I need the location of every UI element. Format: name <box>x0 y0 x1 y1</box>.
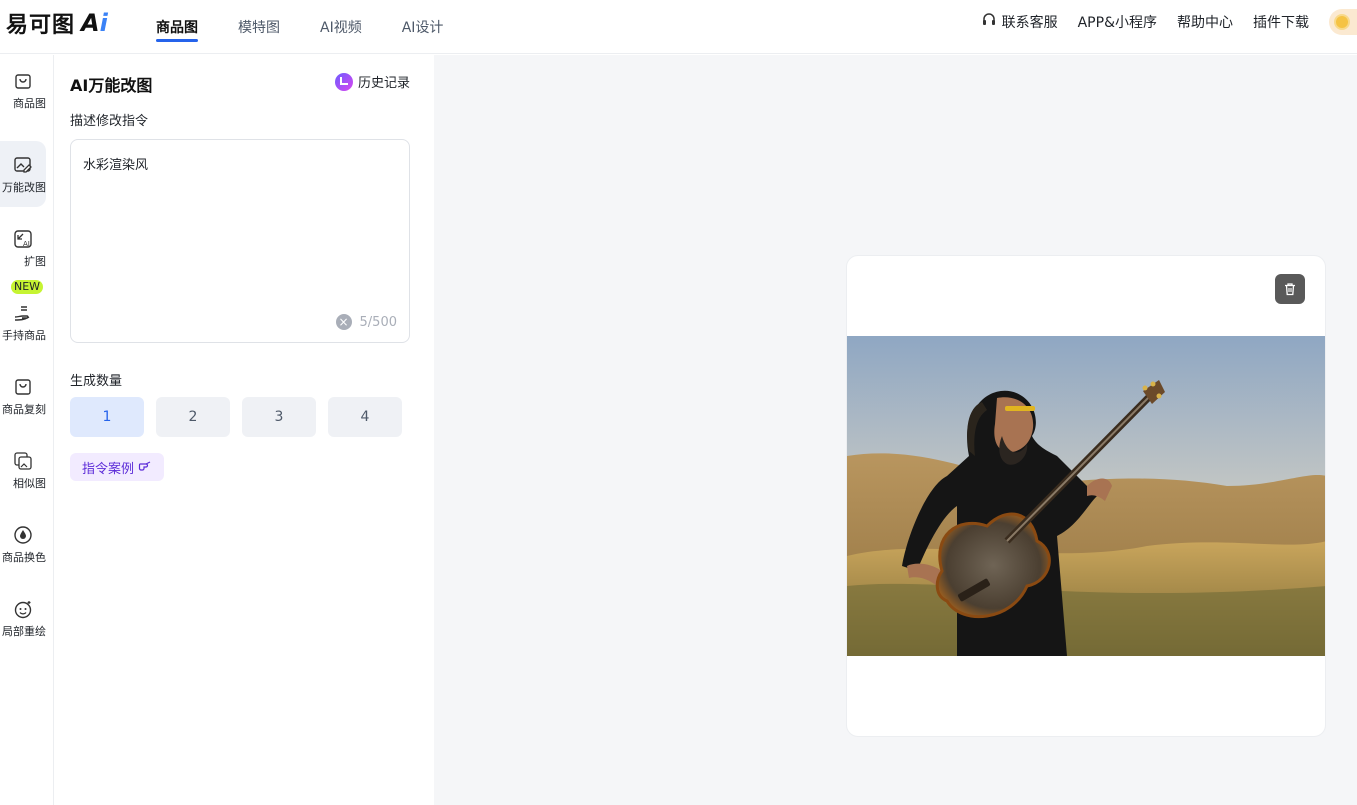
header-links: 联系客服 APP&小程序 帮助中心 插件下载 <box>981 0 1357 44</box>
prompt-examples-button[interactable]: 指令案例 <box>70 453 165 481</box>
rail-label: 相似图 <box>13 476 46 490</box>
quantity-option-3[interactable]: 3 <box>242 397 316 437</box>
rail-label: 扩图 <box>24 254 46 268</box>
coin-icon <box>1334 14 1350 30</box>
help-link[interactable]: 帮助中心 <box>1177 12 1233 32</box>
app-link[interactable]: APP&小程序 <box>1078 12 1157 32</box>
similar-images-icon <box>12 450 34 472</box>
nav-tab-product-image[interactable]: 商品图 <box>156 0 198 54</box>
rail-label: 商品图 <box>13 96 46 110</box>
rail-label: 商品换色 <box>2 550 46 564</box>
history-clock-icon <box>334 72 353 91</box>
support-label: 联系客服 <box>1001 15 1058 31</box>
quantity-label: 生成数量 <box>70 374 123 389</box>
quantity-option-2[interactable]: 2 <box>156 397 230 437</box>
color-drop-icon <box>12 524 34 546</box>
rail-item-local-repaint[interactable]: 局部重绘 <box>0 585 46 651</box>
examples-label: 指令案例 <box>82 461 135 477</box>
trash-icon <box>1285 283 1295 296</box>
credits-button[interactable] <box>1329 9 1357 35</box>
quantity-option-1[interactable]: 1 <box>70 397 144 437</box>
bag-icon <box>12 70 34 92</box>
history-button[interactable]: 历史记录 <box>334 72 410 91</box>
pointing-hand-icon <box>138 458 152 476</box>
rail-item-universal-edit[interactable]: 万能改图 <box>0 141 46 207</box>
plugin-link[interactable]: 插件下载 <box>1253 12 1309 32</box>
history-label: 历史记录 <box>357 76 410 91</box>
char-count: 5/500 <box>359 314 397 330</box>
nav-tab-ai-video[interactable]: AI视频 <box>320 0 362 54</box>
logo[interactable]: 易可图 Ai <box>6 8 108 38</box>
expand-ai-icon: AI <box>12 228 34 250</box>
rail-item-recolor[interactable]: 商品换色 <box>0 511 46 577</box>
logo-ai-mark: Ai <box>81 9 108 37</box>
quantity-selector: 1 2 3 4 <box>70 397 402 437</box>
image-edit-icon <box>12 154 34 176</box>
rail-label: 万能改图 <box>2 180 46 194</box>
prompt-label: 描述修改指令 <box>70 114 149 129</box>
rail-label: 商品复刻 <box>2 402 46 416</box>
top-bar: 易可图 Ai 商品图 模特图 AI视频 AI设计 联系客服 APP&小程序 帮助… <box>0 0 1357 54</box>
support-link[interactable]: 联系客服 <box>981 12 1058 32</box>
clear-icon[interactable]: × <box>335 314 352 330</box>
hand-product-icon <box>12 302 34 324</box>
image-card <box>846 255 1326 737</box>
rail-item-product-replicate[interactable]: 商品复刻 <box>0 363 46 429</box>
main-nav: 商品图 模特图 AI视频 AI设计 <box>156 0 483 54</box>
tool-rail: 商品图 万能改图 AI 扩图 NEW 手持商品 商品复刻 相似图 商品换色 局部… <box>0 55 54 805</box>
prompt-footer: × 5/500 <box>335 314 397 330</box>
repaint-face-icon <box>12 598 34 620</box>
rail-item-hand-product[interactable]: NEW 手持商品 <box>0 280 46 355</box>
quantity-option-4[interactable]: 4 <box>328 397 402 437</box>
rail-item-expand[interactable]: AI 扩图 <box>0 215 46 281</box>
svg-text:AI: AI <box>23 240 30 248</box>
new-badge: NEW <box>11 280 44 294</box>
uploaded-photo[interactable] <box>847 336 1326 656</box>
rail-label: 手持商品 <box>2 328 46 342</box>
nav-tab-model-image[interactable]: 模特图 <box>238 0 280 54</box>
control-panel: AI万能改图 历史记录 描述修改指令 水彩渲染风 × 5/500 生成数量 1 … <box>54 55 434 805</box>
bag-copy-icon <box>12 376 34 398</box>
panel-title: AI万能改图 <box>70 76 153 95</box>
delete-button[interactable] <box>1275 274 1305 304</box>
rail-label: 局部重绘 <box>2 624 46 638</box>
canvas-area <box>434 55 1357 805</box>
prompt-text[interactable]: 水彩渲染风 <box>83 154 393 173</box>
nav-tab-ai-design[interactable]: AI设计 <box>402 0 444 54</box>
rail-item-product-image[interactable]: 商品图 <box>0 57 46 123</box>
headset-icon <box>981 12 997 32</box>
prompt-textarea[interactable]: 水彩渲染风 × 5/500 <box>70 139 410 343</box>
logo-text: 易可图 <box>6 13 76 38</box>
rail-item-similar-image[interactable]: 相似图 <box>0 437 46 503</box>
